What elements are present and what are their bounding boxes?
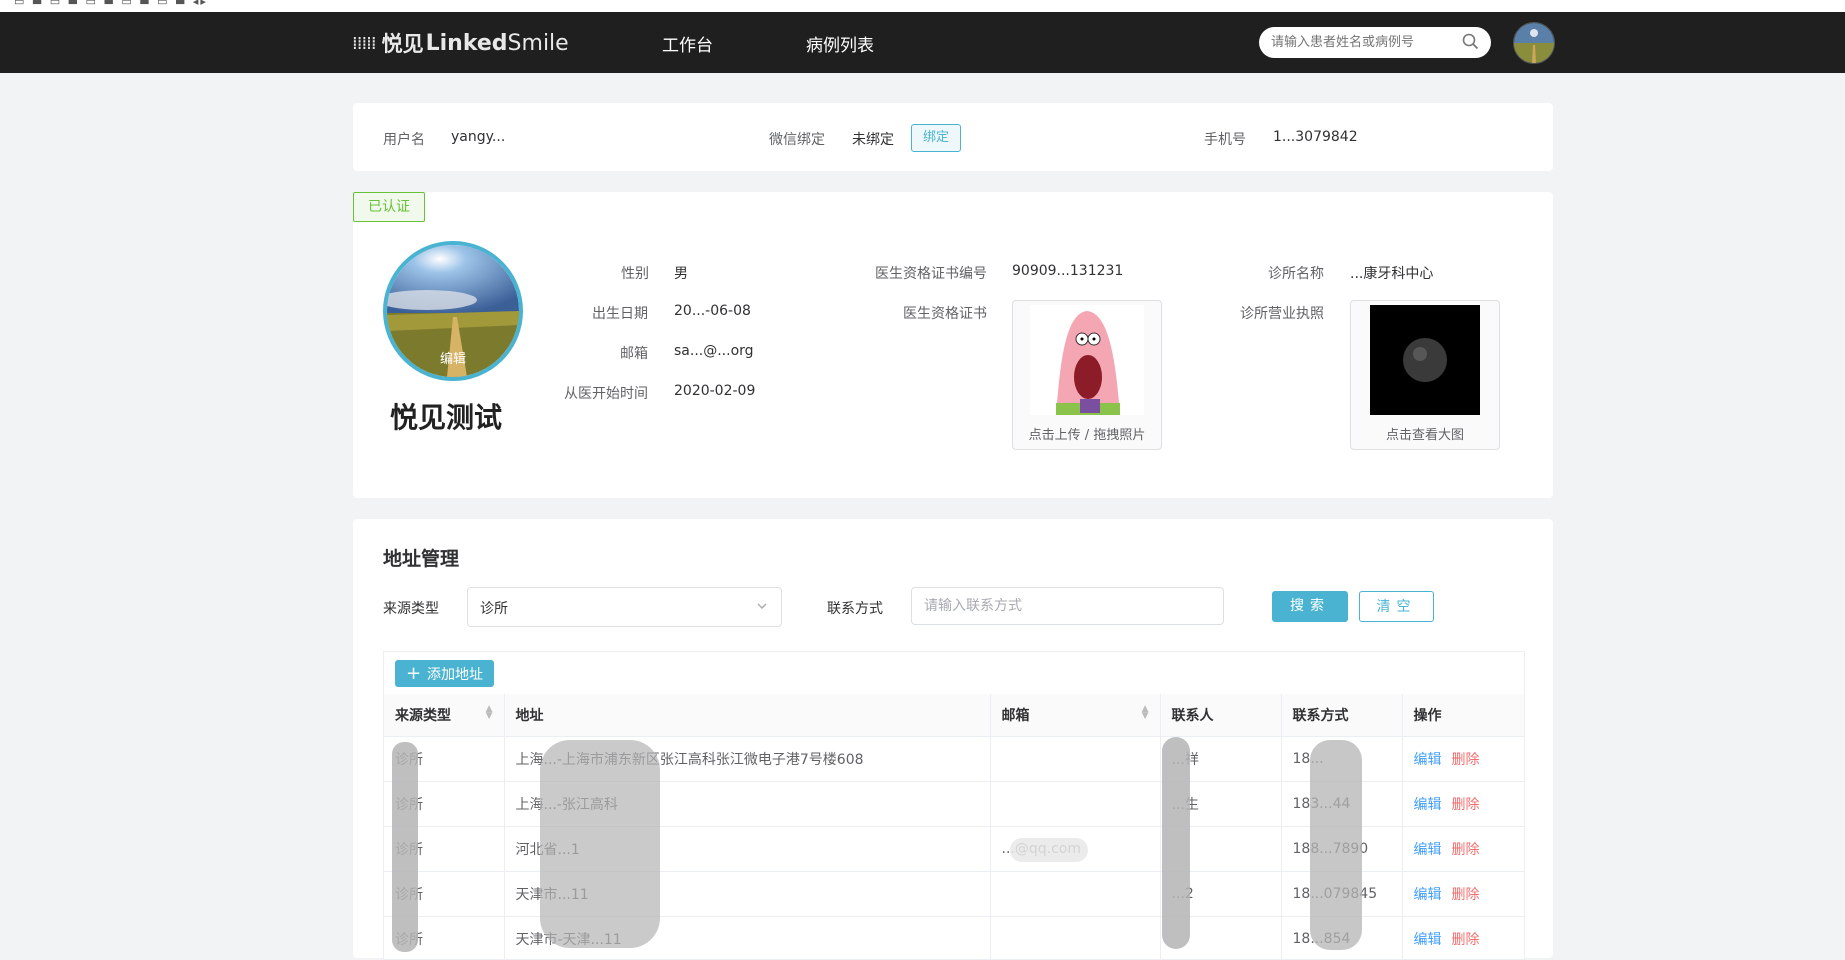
sort-icon[interactable]: ▲▼ [1142,706,1149,720]
practice-start-value: 2020-02-09 [674,383,755,399]
user-avatar[interactable] [1513,22,1555,64]
cell-actions: 编辑删除 [1402,737,1524,782]
top-navbar [0,12,1845,73]
add-address-button[interactable]: + 添加地址 [395,660,494,687]
wechat-value: 未绑定 [852,129,894,149]
logo-cn-text: 悦见 [382,28,424,58]
birth-value: 20...-06-08 [674,303,751,319]
cell-actions: 编辑删除 [1402,827,1524,872]
phone-label: 手机号 [1204,129,1246,149]
delete-link[interactable]: 删除 [1452,752,1480,768]
contact-label: 联系方式 [827,598,883,618]
redaction-mark [1310,740,1362,950]
edit-link[interactable]: 编辑 [1414,842,1442,858]
cell-email [990,917,1160,960]
cert-label: 医生资格证书 [903,303,987,323]
bind-wechat-button[interactable]: 绑定 [911,124,961,152]
col-email[interactable]: 邮箱▲▼ [990,694,1160,737]
patient-search [1259,27,1491,58]
username-value: yangy... [451,129,505,145]
col-phone: 联系方式 [1281,694,1402,737]
doctor-name: 悦见测试 [390,396,502,436]
logo-mark-icon: ⁞⁞⁞⁞⁞ [352,33,376,54]
license-preview[interactable]: 点击查看大图 [1350,300,1500,450]
email-label: 邮箱 [620,343,648,363]
search-icon[interactable] [1461,32,1481,52]
gender-label: 性别 [621,263,649,283]
cell-email [990,737,1160,782]
search-button[interactable]: 搜索 [1272,591,1348,622]
redaction-mark [392,742,418,952]
birth-label: 出生日期 [592,303,648,323]
clinic-name-label: 诊所名称 [1268,263,1324,283]
practice-start-label: 从医开始时间 [564,383,648,403]
verified-badge: 已认证 [353,192,425,222]
nav-workbench[interactable]: 工作台 [662,31,713,56]
license-label: 诊所营业执照 [1240,303,1324,323]
edit-link[interactable]: 编辑 [1414,932,1442,948]
cell-actions: 编辑删除 [1402,782,1524,827]
logo-en-text: LinkedSmile [426,31,569,56]
delete-link[interactable]: 删除 [1452,887,1480,903]
add-address-label: 添加地址 [427,667,483,683]
avatar-edit-label[interactable]: 编辑 [387,348,519,367]
profile-avatar[interactable]: 编辑 [383,241,523,381]
cell-actions: 编辑删除 [1402,872,1524,917]
patient-search-input[interactable] [1271,33,1461,51]
delete-link[interactable]: 删除 [1452,797,1480,813]
cell-email [990,872,1160,917]
source-type-selected: 诊所 [480,598,508,618]
delete-link[interactable]: 删除 [1452,842,1480,858]
contact-input[interactable] [924,598,1204,614]
edit-link[interactable]: 编辑 [1414,752,1442,768]
edit-link[interactable]: 编辑 [1414,887,1442,903]
username-label: 用户名 [383,129,425,149]
contact-field [911,587,1224,625]
cert-upload-caption: 点击上传 / 拖拽照片 [1013,424,1161,443]
cert-no-value: 90909...131231 [1012,263,1123,279]
email-value: sa...@...org [674,343,754,359]
cell-actions: 编辑删除 [1402,917,1524,960]
source-type-label: 来源类型 [383,598,439,618]
col-address: 地址 [504,694,990,737]
delete-link[interactable]: 删除 [1452,932,1480,948]
clinic-name-value: ...康牙科中心 [1350,263,1433,283]
redaction-mark [540,740,660,948]
cert-no-label: 医生资格证书编号 [875,263,987,283]
chevron-down-icon [755,599,769,613]
plus-icon: + [406,663,421,684]
cert-upload[interactable]: 点击上传 / 拖拽照片 [1012,300,1162,450]
address-section-title: 地址管理 [383,544,459,571]
phone-value: 1...3079842 [1273,129,1358,145]
col-actions: 操作 [1402,694,1524,737]
edit-link[interactable]: 编辑 [1414,797,1442,813]
cert-photo [1030,305,1144,415]
source-type-select[interactable]: 诊所 [467,587,782,627]
redaction-mark [1010,838,1088,862]
nav-case-list[interactable]: 病例列表 [806,31,874,56]
redaction-mark [1162,737,1190,949]
cell-email [990,782,1160,827]
os-menu-strip: ▭ ▬ ▭ ▬ ▭ ▬ ▭ ▬ ▭ ▬ ◂▸ [0,0,1845,12]
gender-value: 男 [674,263,688,283]
logo[interactable]: ⁞⁞⁞⁞⁞ 悦见 LinkedSmile [352,28,569,58]
sort-icon[interactable]: ▲▼ [486,706,493,720]
col-contact-person: 联系人 [1160,694,1281,737]
license-photo [1370,305,1480,415]
wechat-label: 微信绑定 [769,129,825,149]
col-source-type[interactable]: 来源类型▲▼ [384,694,504,737]
table-header-row: 来源类型▲▼ 地址 邮箱▲▼ 联系人 联系方式 操作 [384,694,1524,737]
clear-button[interactable]: 清空 [1359,591,1434,622]
license-caption: 点击查看大图 [1351,424,1499,443]
